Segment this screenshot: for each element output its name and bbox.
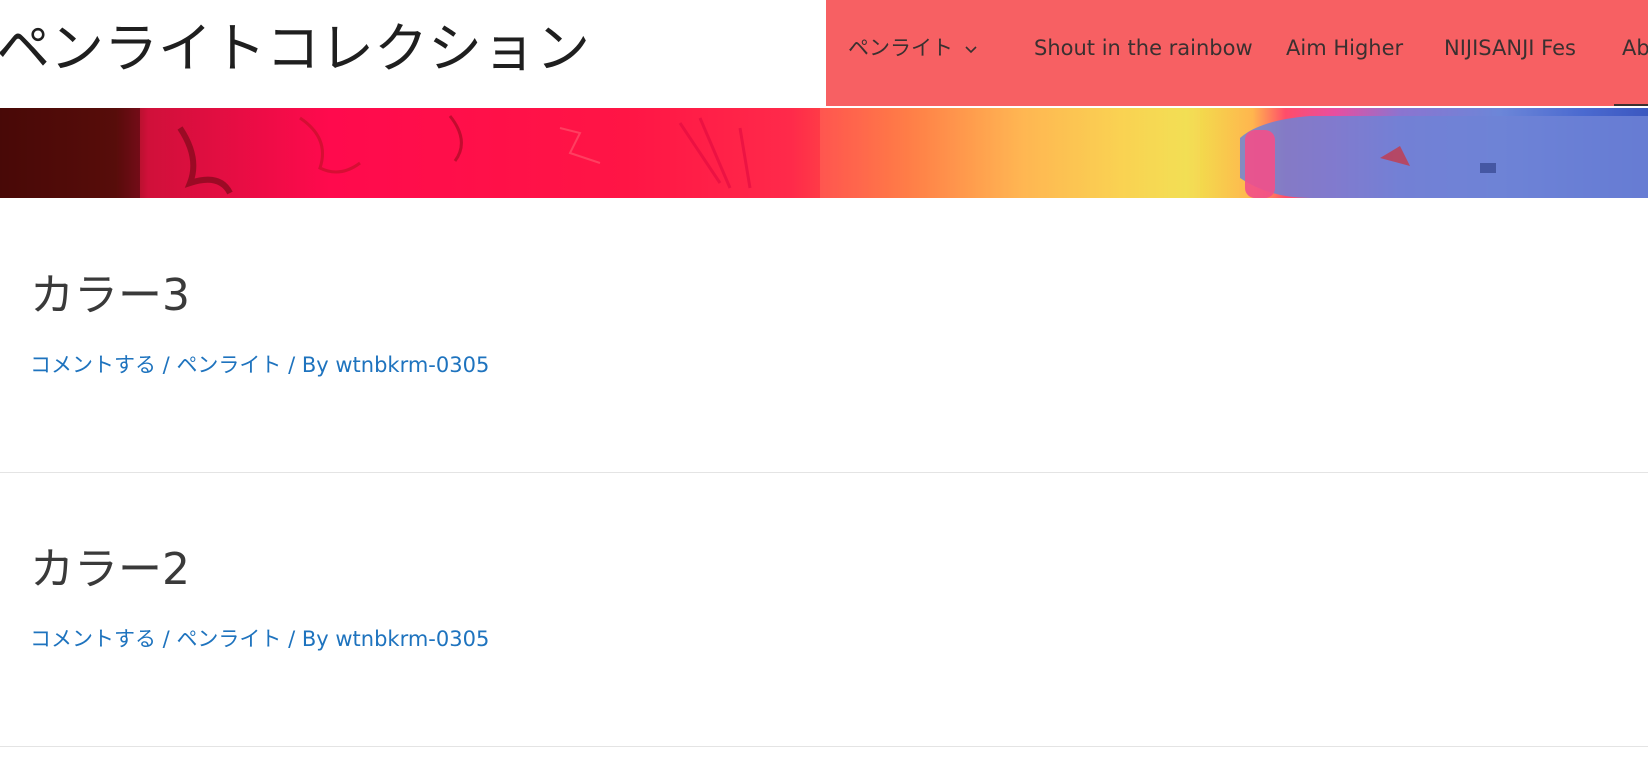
nav-item-label: Shout in the rainbow [1034,36,1253,60]
nav-item-nijisanji-fes[interactable]: NIJISANJI Fes [1444,33,1576,63]
site-header: ペンライトコレクション ペンライト Shout in the rainbow A… [0,0,1648,107]
meta-separator-by: / By [281,353,336,377]
nav-active-underline [1614,104,1648,106]
site-title[interactable]: ペンライトコレクション [0,14,590,84]
nav-item-label: ペンライト [848,36,953,60]
main-navigation: ペンライト Shout in the rainbow Aim Higher NI… [826,0,1648,106]
comment-link[interactable]: コメントする [30,627,156,651]
author-link[interactable]: wtnbkrm-0305 [335,353,489,377]
hero-penlight-illustration [0,108,1648,198]
nav-item-shout-in-the-rainbow[interactable]: Shout in the rainbow [1034,33,1253,63]
hero-banner-image [0,108,1648,198]
nav-item-label: NIJISANJI Fes [1444,36,1576,60]
chevron-down-icon [965,46,977,54]
nav-item-about[interactable]: Ab [1622,33,1648,63]
nav-item-penlight[interactable]: ペンライト [848,33,979,63]
category-link[interactable]: ペンライト [176,353,281,377]
meta-separator: / [156,353,177,377]
nav-item-aim-higher[interactable]: Aim Higher [1286,33,1403,63]
post-divider [0,472,1648,473]
comment-link[interactable]: コメントする [30,353,156,377]
post-title[interactable]: カラー3 [30,268,190,324]
post-meta: コメントする / ペンライト / By wtnbkrm-0305 [30,350,489,380]
post-divider [0,746,1648,747]
page: ペンライトコレクション ペンライト Shout in the rainbow A… [0,0,1648,780]
nav-item-label: Aim Higher [1286,36,1404,60]
nav-item-label: Ab [1622,36,1648,60]
post-title[interactable]: カラー2 [30,542,190,598]
category-link[interactable]: ペンライト [176,627,281,651]
author-link[interactable]: wtnbkrm-0305 [335,627,489,651]
meta-separator: / [156,627,177,651]
meta-separator-by: / By [281,627,336,651]
post-meta: コメントする / ペンライト / By wtnbkrm-0305 [30,624,489,654]
